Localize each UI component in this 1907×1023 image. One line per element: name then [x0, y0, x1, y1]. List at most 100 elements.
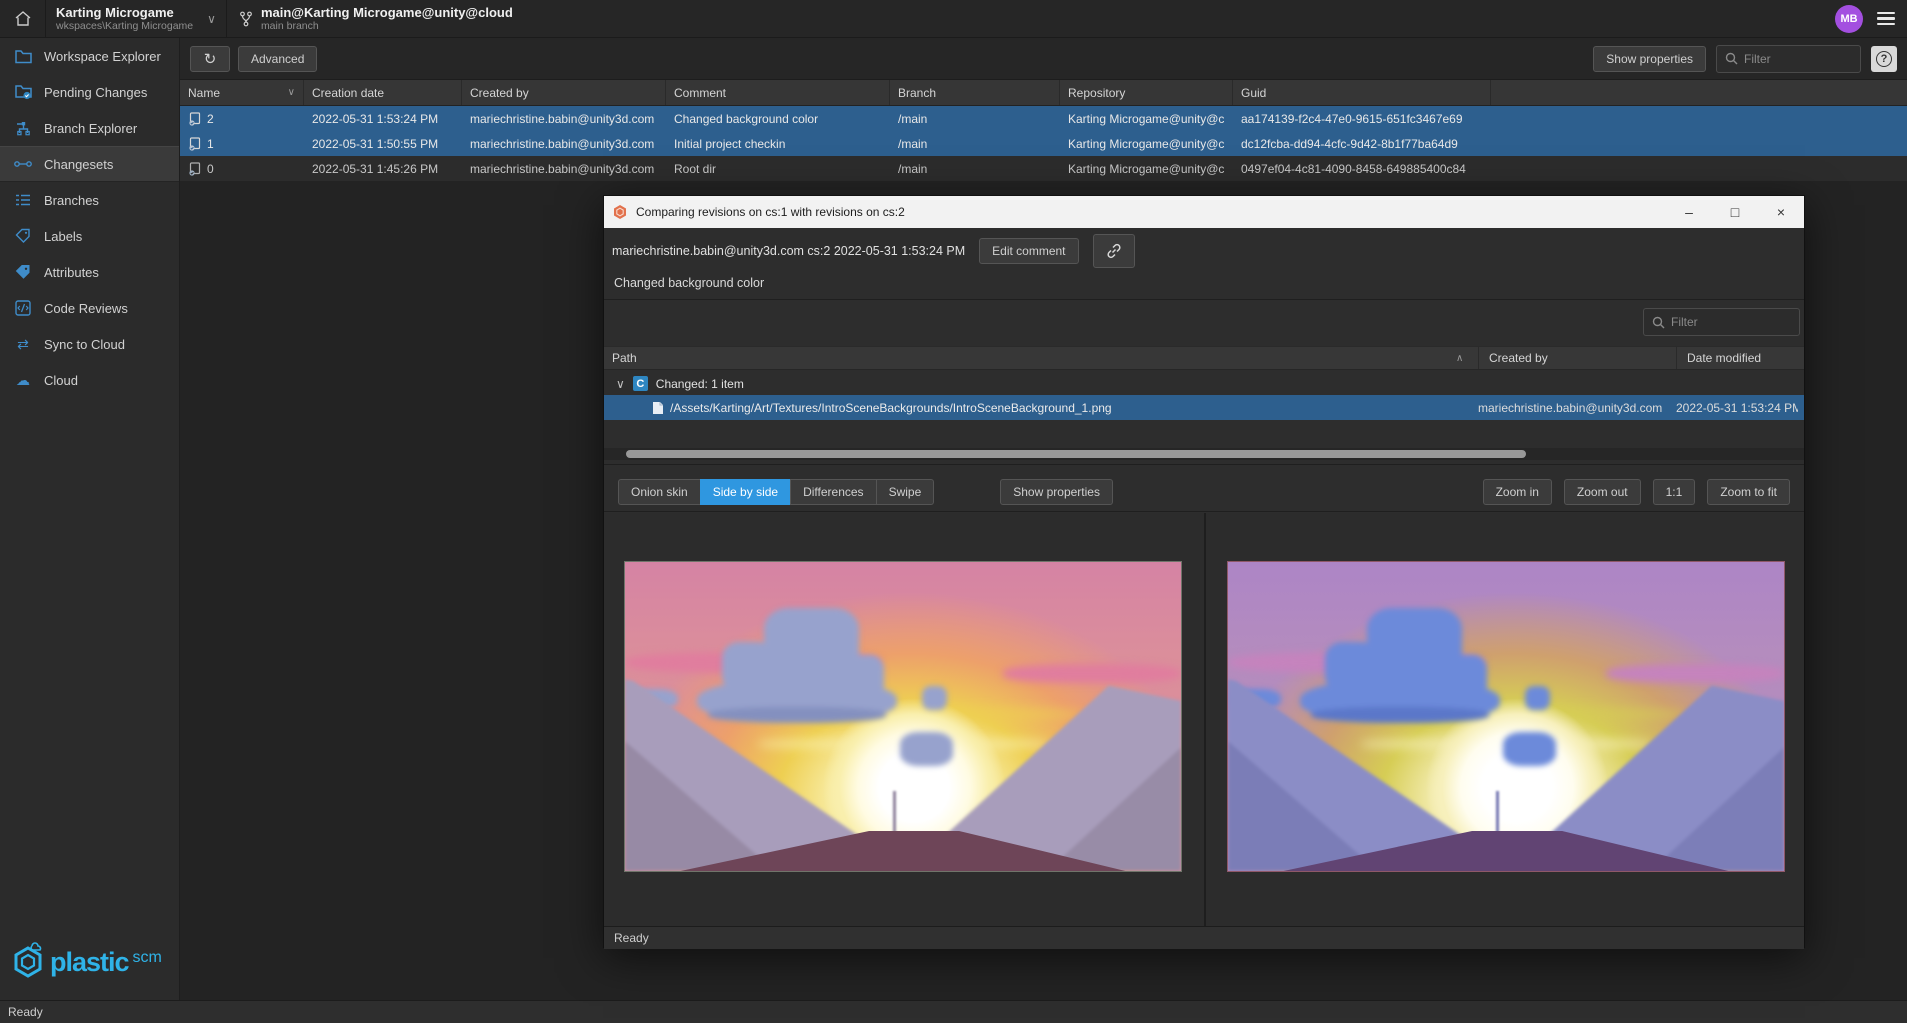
dialog-filter-input[interactable]: [1671, 315, 1791, 329]
view-mode-toolbar: Onion skin Side by side Differences Swip…: [604, 472, 1804, 512]
edit-comment-button[interactable]: Edit comment: [979, 238, 1078, 264]
sidebar-item-branches[interactable]: Branches: [0, 182, 179, 218]
horizontal-scrollbar[interactable]: [604, 448, 1804, 460]
menu-icon[interactable]: [1877, 12, 1895, 26]
list-icon: [14, 191, 32, 209]
sort-chevron-icon[interactable]: ∨: [288, 87, 295, 98]
cloud-icon: ☁: [14, 371, 32, 389]
chevron-down-icon: ∨: [207, 12, 216, 26]
view-button-differences[interactable]: Differences: [790, 479, 875, 505]
refresh-icon: ↻: [204, 50, 217, 68]
copy-link-button[interactable]: [1093, 234, 1135, 268]
column-header-creation-date[interactable]: Creation date: [304, 80, 462, 105]
minimize-button[interactable]: –: [1666, 196, 1712, 228]
branch-selector[interactable]: main@Karting Microgame@unity@cloud main …: [227, 0, 525, 38]
folder-icon: [14, 47, 32, 65]
mountains-layer: [625, 562, 1181, 871]
dialog-status-text: Ready: [614, 931, 649, 945]
sidebar: Workspace Explorer Pending Changes Branc…: [0, 38, 180, 1000]
home-icon: [14, 10, 32, 28]
zoom-to-fit-button[interactable]: Zoom to fit: [1707, 479, 1790, 505]
search-icon: [1652, 316, 1665, 329]
code-review-icon: [14, 299, 32, 317]
changed-badge: C: [633, 376, 648, 391]
zoom-in-button[interactable]: Zoom in: [1483, 479, 1552, 505]
logo-text: plastic: [50, 947, 129, 978]
column-header-branch[interactable]: Branch: [890, 80, 1060, 105]
image-right[interactable]: [1227, 561, 1785, 872]
sort-chevron-up-icon[interactable]: ∧: [1456, 353, 1463, 364]
branch-icon: [239, 11, 253, 27]
plasticscm-hexagon-icon: [10, 942, 46, 982]
one-to-one-button[interactable]: 1:1: [1653, 479, 1696, 505]
column-header-created-by[interactable]: Created by: [462, 80, 666, 105]
logo-suffix: scm: [133, 949, 162, 967]
table-header: Name∨ Creation date Created by Comment B…: [180, 80, 1907, 106]
changeset-file-icon: [188, 112, 201, 126]
workspace-name: Karting Microgame: [56, 5, 193, 20]
changed-group-row[interactable]: ∨ C Changed: 1 item: [604, 372, 1804, 395]
sidebar-item-labels[interactable]: Labels: [0, 218, 179, 254]
zoom-out-button[interactable]: Zoom out: [1564, 479, 1641, 505]
table-row[interactable]: 2 2022-05-31 1:53:24 PM mariechristine.b…: [180, 106, 1907, 131]
column-header-created-by[interactable]: Created by: [1478, 347, 1548, 369]
sync-arrows-icon: ⇄: [14, 335, 32, 353]
sidebar-item-cloud[interactable]: ☁ Cloud: [0, 362, 179, 398]
sidebar-item-sync-to-cloud[interactable]: ⇄ Sync to Cloud: [0, 326, 179, 362]
sidebar-item-workspace-explorer[interactable]: Workspace Explorer: [0, 38, 179, 74]
sidebar-item-label: Workspace Explorer: [44, 49, 161, 64]
view-button-onion-skin[interactable]: Onion skin: [618, 479, 700, 505]
sidebar-item-changesets[interactable]: Changesets: [0, 146, 179, 182]
advanced-button[interactable]: Advanced: [238, 46, 317, 72]
sidebar-item-label: Attributes: [44, 265, 99, 280]
tag-filled-icon: [14, 263, 32, 281]
valley-seam: [893, 791, 896, 834]
column-header-repository[interactable]: Repository: [1060, 80, 1233, 105]
sidebar-item-attributes[interactable]: Attributes: [0, 254, 179, 290]
changesets-table: Name∨ Creation date Created by Comment B…: [180, 80, 1907, 181]
chevron-expand-icon[interactable]: ∨: [616, 377, 625, 391]
refresh-button[interactable]: ↻: [190, 46, 230, 72]
sidebar-item-pending-changes[interactable]: Pending Changes: [0, 74, 179, 110]
app-status-text: Ready: [8, 1005, 43, 1019]
view-button-side-by-side[interactable]: Side by side: [700, 479, 790, 505]
scrollbar-thumb[interactable]: [626, 450, 1526, 458]
revision-meta: mariechristine.babin@unity3d.com cs:2 20…: [612, 244, 965, 258]
column-header-date-modified[interactable]: Date modified: [1676, 347, 1761, 369]
user-avatar[interactable]: MB: [1835, 5, 1863, 33]
dialog-titlebar[interactable]: Comparing revisions on cs:1 with revisio…: [604, 196, 1804, 228]
divider: [604, 464, 1804, 465]
sidebar-item-label: Branches: [44, 193, 99, 208]
close-button[interactable]: ×: [1758, 196, 1804, 228]
changeset-file-icon: [188, 162, 201, 176]
column-header-guid[interactable]: Guid: [1233, 80, 1491, 105]
image-left[interactable]: [624, 561, 1182, 872]
dialog-show-properties-button[interactable]: Show properties: [1000, 479, 1113, 505]
panel-divider: [1204, 513, 1206, 926]
home-button[interactable]: [0, 0, 46, 38]
main-toolbar: ↻ Advanced Show properties ?: [180, 38, 1907, 80]
link-icon: [1106, 243, 1122, 259]
plasticscm-logo: plastic scm: [10, 942, 162, 982]
dialog-status-bar: Ready: [604, 926, 1804, 949]
sidebar-item-code-reviews[interactable]: Code Reviews: [0, 290, 179, 326]
sidebar-item-label: Sync to Cloud: [44, 337, 125, 352]
show-properties-button[interactable]: Show properties: [1593, 46, 1706, 72]
maximize-button[interactable]: □: [1712, 196, 1758, 228]
image-compare-area: [604, 513, 1804, 926]
workspace-selector[interactable]: Karting Microgame wkspaces\Karting Micro…: [46, 0, 227, 38]
help-icon: ?: [1876, 51, 1892, 67]
column-header-name[interactable]: Name∨: [180, 80, 304, 105]
sidebar-item-branch-explorer[interactable]: Branch Explorer: [0, 110, 179, 146]
changed-file-row[interactable]: /Assets/Karting/Art/Textures/IntroSceneB…: [604, 395, 1804, 420]
help-button[interactable]: ?: [1871, 46, 1897, 72]
view-button-swipe[interactable]: Swipe: [876, 479, 935, 505]
column-header-path[interactable]: Path: [604, 351, 637, 365]
filter-input[interactable]: [1744, 52, 1852, 66]
revision-comment: Changed background color: [614, 276, 764, 290]
table-row[interactable]: 1 2022-05-31 1:50:55 PM mariechristine.b…: [180, 131, 1907, 156]
column-header-comment[interactable]: Comment: [666, 80, 890, 105]
plastic-orange-icon: [612, 204, 628, 220]
table-row[interactable]: 0 2022-05-31 1:45:26 PM mariechristine.b…: [180, 156, 1907, 181]
folder-check-icon: [14, 83, 32, 101]
